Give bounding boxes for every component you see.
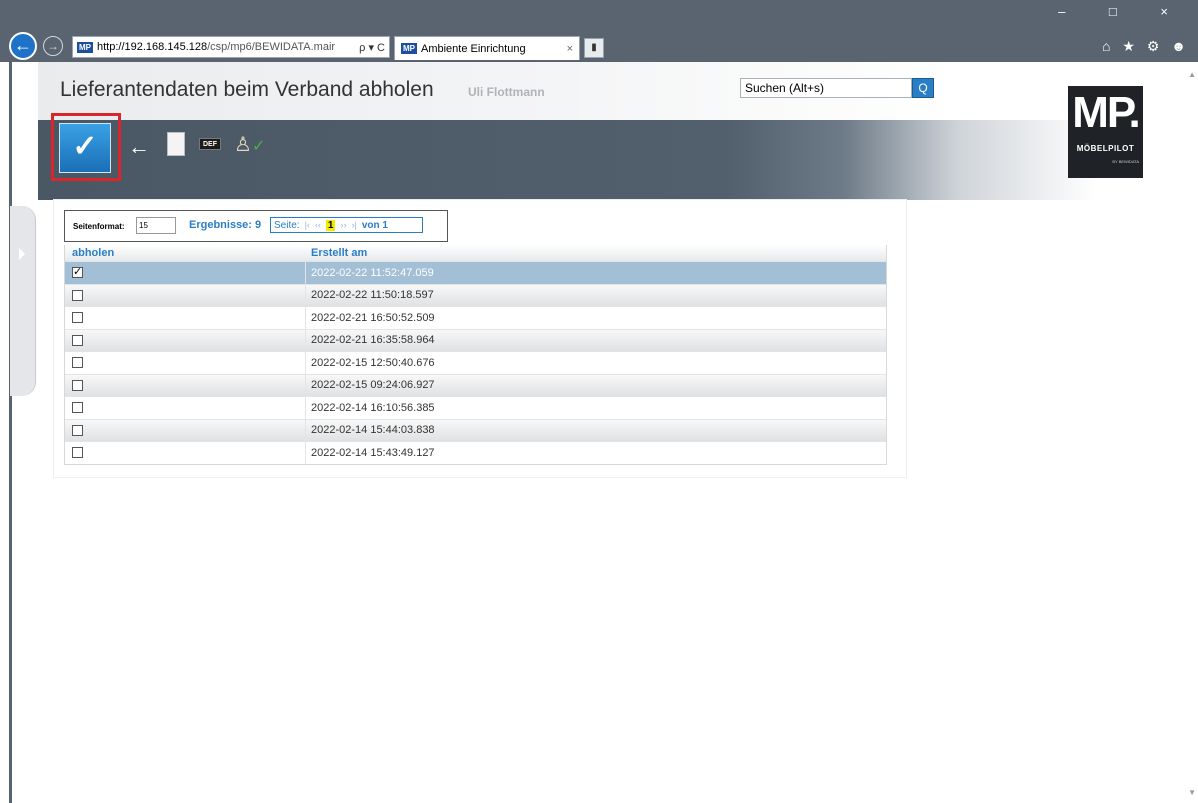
abholen-cell	[65, 329, 306, 351]
search-icon[interactable]: Q	[912, 78, 934, 98]
abholen-checkbox[interactable]	[72, 312, 83, 324]
abholen-cell	[65, 419, 306, 441]
address-tools[interactable]: ρ ▾ C	[359, 41, 389, 54]
url-path: /csp/mp6/BEWIDATA.mair	[207, 41, 336, 53]
abholen-checkbox[interactable]	[72, 267, 83, 279]
created-cell: 2022-02-22 11:50:18.597	[311, 289, 434, 302]
tab-title: Ambiente Einrichtung	[421, 42, 526, 55]
table-row[interactable]: 2022-02-15 09:24:06.927	[65, 373, 886, 396]
last-page-icon[interactable]: ›|	[351, 220, 356, 230]
page-format-input[interactable]	[136, 217, 176, 234]
abholen-checkbox[interactable]	[72, 357, 83, 369]
abholen-cell	[65, 374, 306, 396]
check-icon: ✓	[251, 138, 266, 155]
abholen-checkbox[interactable]	[72, 402, 83, 414]
user-check-icon[interactable]: ♙✓	[234, 132, 265, 157]
next-page-icon[interactable]: ››	[340, 220, 346, 230]
created-cell: 2022-02-15 12:50:40.676	[311, 356, 435, 369]
abholen-checkbox[interactable]	[72, 334, 83, 346]
results-table: abholen Erstellt am 2022-02-22 11:52:47.…	[64, 245, 887, 465]
def-icon[interactable]: DEF	[199, 138, 221, 150]
window-controls[interactable]: – □ ×	[1058, 4, 1188, 19]
logo-name: MÖBELPILOT	[1076, 144, 1135, 153]
abholen-cell	[65, 442, 306, 464]
table-row[interactable]: 2022-02-21 16:35:58.964	[65, 328, 886, 351]
results-count: Ergebnisse: 9	[189, 219, 262, 231]
moebelpilot-logo: MP. MÖBELPILOT BY BEWIDATA	[1068, 86, 1143, 178]
page-format-label: Seitenformat:	[73, 222, 125, 231]
tab-close-icon[interactable]: ×	[567, 43, 573, 55]
confirm-button[interactable]: ✓	[59, 123, 111, 173]
table-row[interactable]: 2022-02-15 12:50:40.676	[65, 351, 886, 374]
abholen-cell	[65, 284, 306, 306]
address-bar[interactable]: MP http://192.168.145.128/csp/mp6/BEWIDA…	[72, 36, 390, 58]
table-body: 2022-02-22 11:52:47.059 2022-02-22 11:50:…	[65, 261, 886, 464]
left-rail	[0, 62, 38, 803]
sidebar-toggle[interactable]	[10, 206, 36, 396]
browser-tab[interactable]: MP Ambiente Einrichtung ×	[394, 36, 580, 60]
created-cell: 2022-02-14 15:43:49.127	[311, 446, 435, 459]
column-header-abholen[interactable]: abholen	[65, 245, 306, 261]
abholen-cell	[65, 262, 306, 284]
abholen-checkbox[interactable]	[72, 379, 83, 391]
abholen-cell	[65, 307, 306, 329]
user-icon: ♙	[234, 134, 252, 156]
forward-arrow-icon[interactable]: →	[43, 36, 63, 56]
abholen-checkbox[interactable]	[72, 447, 83, 459]
url-host: http://192.168.145.128	[97, 41, 208, 53]
table-row[interactable]: 2022-02-21 16:50:52.509	[65, 306, 886, 329]
favicon-icon: MP	[77, 41, 93, 53]
first-page-icon[interactable]: |‹	[305, 220, 310, 230]
scroll-down-icon[interactable]: ▼	[1188, 788, 1196, 797]
table-row[interactable]: 2022-02-14 15:43:49.127	[65, 441, 886, 464]
page-label: Seite:	[274, 219, 300, 231]
page-navigation: Seite: |‹ ‹‹ 1 ›› ›| von 1	[270, 217, 423, 233]
table-header: abholen Erstellt am	[65, 245, 886, 261]
created-cell: 2022-02-14 16:10:56.385	[311, 401, 435, 414]
tab-favicon-icon: MP	[401, 43, 417, 54]
back-icon[interactable]: ←	[128, 134, 150, 160]
abholen-cell	[65, 352, 306, 374]
logo-mark: MP.	[1072, 88, 1141, 137]
browser-toolbar-icons[interactable]: ⌂ ★ ⚙ ☻	[1102, 38, 1190, 55]
table-row[interactable]: 2022-02-22 11:52:47.059	[65, 261, 886, 284]
current-user: Uli Flottmann	[468, 85, 545, 99]
table-row[interactable]: 2022-02-14 16:10:56.385	[65, 396, 886, 419]
toolbar	[38, 120, 1188, 200]
table-row[interactable]: 2022-02-22 11:50:18.597	[65, 283, 886, 306]
new-tab-icon[interactable]: ▮	[584, 38, 604, 58]
abholen-cell	[65, 397, 306, 419]
rail-divider	[9, 62, 12, 803]
created-cell: 2022-02-21 16:50:52.509	[311, 311, 435, 324]
scrollbar[interactable]: ▲ ▼	[1188, 62, 1198, 803]
prev-page-icon[interactable]: ‹‹	[315, 220, 321, 230]
created-cell: 2022-02-14 15:44:03.838	[311, 424, 435, 437]
abholen-checkbox[interactable]	[72, 289, 83, 301]
search-input[interactable]	[740, 78, 912, 98]
page-total: von 1	[361, 219, 388, 231]
back-arrow-icon[interactable]: ←	[9, 32, 37, 60]
page-title: Lieferantendaten beim Verband abholen	[60, 78, 434, 101]
scroll-up-icon[interactable]: ▲	[1188, 70, 1196, 79]
created-cell: 2022-02-21 16:35:58.964	[311, 334, 435, 347]
created-cell: 2022-02-22 11:52:47.059	[311, 266, 434, 279]
created-cell: 2022-02-15 09:24:06.927	[311, 379, 435, 392]
document-hand-icon[interactable]	[167, 132, 185, 156]
current-page[interactable]: 1	[325, 219, 336, 231]
expand-arrow-icon[interactable]	[19, 248, 25, 260]
abholen-checkbox[interactable]	[72, 424, 83, 436]
logo-subtitle: BY BEWIDATA	[1112, 159, 1139, 164]
column-header-erstellt[interactable]: Erstellt am	[306, 245, 367, 261]
table-row[interactable]: 2022-02-14 15:44:03.838	[65, 418, 886, 441]
